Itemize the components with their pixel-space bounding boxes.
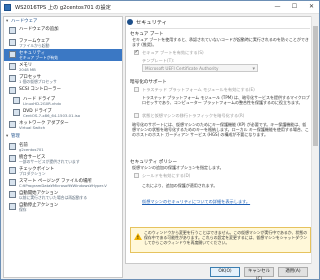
tree-item-processor[interactable]: プロセッサ 1 個の仮想プロセッサ [4, 73, 122, 85]
integration-services-icon [9, 155, 16, 162]
shielding-note: これにより、追加の保護が適用されます。 [142, 183, 218, 188]
checkpoint-icon [9, 167, 16, 174]
tree-item-name[interactable]: 名前 g2centos701 [4, 141, 122, 153]
chevron-down-icon: ▾ [252, 65, 255, 72]
close-button[interactable]: ✕ [305, 1, 318, 13]
secure-boot-description: セキュア ブートを使用すると、承認されていないコードが起動時に実行されるのを防ぐ… [132, 37, 309, 48]
tree-item-auto-stop[interactable]: 自動停止アクション 保存 [4, 201, 122, 213]
add-hardware-icon [9, 27, 16, 34]
tree-item-security[interactable]: セキュリティ セキュア ブートが有効 [4, 49, 122, 61]
tree-item-auto-start[interactable]: 自動開始アクション 以前に実行されていた場合は再起動する [4, 189, 122, 201]
warning-text: このウィンドウから変更を行うことはできません。この仮想マシンが実行中であるか、状… [144, 230, 308, 245]
shielding-checkbox[interactable] [134, 173, 139, 178]
shield-icon [127, 19, 133, 25]
tree-item-hard-drive[interactable]: ハード ドライブ LinuxHD-2G0R.vhdx [4, 95, 122, 107]
title-bar: WS2016TPS 上の g2centos701 の設定 — ☐ ✕ [1, 1, 319, 14]
maximize-button[interactable]: ☐ [288, 1, 301, 13]
cancel-button[interactable]: キャンセル(C) [244, 267, 274, 280]
tpm-description: トラステッド プラットフォーム モジュール (TPM) は、暗号化サービスを提供… [142, 95, 310, 106]
encryption-support-header: 暗号化のサポート [130, 80, 167, 85]
tree-item-memory[interactable]: メモリ 2048 MB [4, 61, 122, 73]
shielding-checkbox-label: シールドを有効にする(D) [142, 173, 191, 178]
security-settings-panel: セキュリティ セキュア ブート セキュア ブートを使用すると、承認されていないコ… [125, 16, 318, 264]
processor-icon [9, 75, 16, 82]
ok-button[interactable]: OK(O) [210, 267, 240, 277]
warning-icon: ! [134, 233, 142, 240]
tpm-checkbox-label: トラステッド プラットフォーム モジュールを有効にする(E) [142, 87, 255, 92]
panel-scrollbar[interactable] [311, 16, 318, 264]
window-title: WS2016TPS 上の g2centos701 の設定 [15, 5, 111, 11]
tree-item-integration-services[interactable]: 統合サービス 一部のサービスが提供されています [4, 153, 122, 165]
secure-boot-checkbox-label: セキュア ブートを有効にする(S) [142, 50, 204, 55]
tree-item-network-adapter[interactable]: ネットワーク アダプター Virtual Switch [4, 119, 122, 131]
encryption-note: 暗号化のサポートには、仮想マシンのためにキー保護機能 (KP) が必要です。キー… [132, 122, 309, 138]
settings-window: WS2016TPS 上の g2centos701 の設定 — ☐ ✕ ▾ ハードウ… [0, 0, 320, 280]
auto-start-icon [9, 191, 16, 198]
encrypt-migration-checkbox-label: 状態と仮想マシンの移行トラフィックを暗号化する(R) [142, 113, 245, 118]
controller-icon [9, 87, 16, 94]
warning-banner: ! このウィンドウから変更を行うことはできません。この仮想マシンが実行中であるか… [130, 227, 311, 253]
folder-icon [9, 179, 16, 186]
settings-tree: ▾ ハードウェア ハードウェアの追加 ファームウェア ファイルから起動 セキュリテ… [3, 16, 123, 278]
shield-icon [9, 51, 16, 58]
tree-item-dvd-drive[interactable]: DVD ドライブ CentOS-7-x86_64-1503-01.iso [4, 107, 122, 119]
apply-button[interactable]: 適用(A) [278, 267, 308, 277]
tree-item-add-hardware[interactable]: ハードウェアの追加 [4, 25, 122, 37]
secure-boot-checkbox[interactable] [134, 49, 139, 55]
hyperv-vm-icon [4, 4, 11, 11]
hardware-section-header[interactable]: ▾ ハードウェア [4, 18, 122, 25]
security-policy-description: 仮想マシンの追加の保護オプションを指定します。 [132, 165, 224, 170]
encrypt-migration-checkbox[interactable] [134, 113, 139, 118]
hard-drive-icon [13, 97, 20, 104]
divider [130, 28, 310, 29]
auto-stop-icon [9, 203, 16, 210]
dvd-drive-icon [13, 109, 20, 116]
tpm-checkbox[interactable] [134, 87, 139, 92]
memory-icon [9, 63, 16, 70]
security-details-link[interactable]: 仮想マシンのセキュリティについての詳細を表示します。 [142, 199, 250, 205]
firmware-icon [9, 39, 16, 46]
scrollbar-thumb[interactable] [313, 26, 318, 146]
tree-item-smart-paging[interactable]: スマート ページング ファイルの場所 C:¥ProgramData¥Micros… [4, 177, 122, 189]
tree-item-checkpoints[interactable]: チェックポイント プロダクション [4, 165, 122, 177]
tree-item-firmware[interactable]: ファームウェア ファイルから起動 [4, 37, 122, 49]
panel-title: セキュリティ [136, 20, 167, 26]
template-select[interactable]: Microsoft UEFI Certificate Authority ▾ [142, 64, 258, 72]
name-icon [9, 143, 16, 150]
management-section-header[interactable]: ▾ 管理 [4, 133, 122, 140]
minimize-button[interactable]: — [271, 1, 284, 13]
network-adapter-icon [9, 121, 16, 128]
